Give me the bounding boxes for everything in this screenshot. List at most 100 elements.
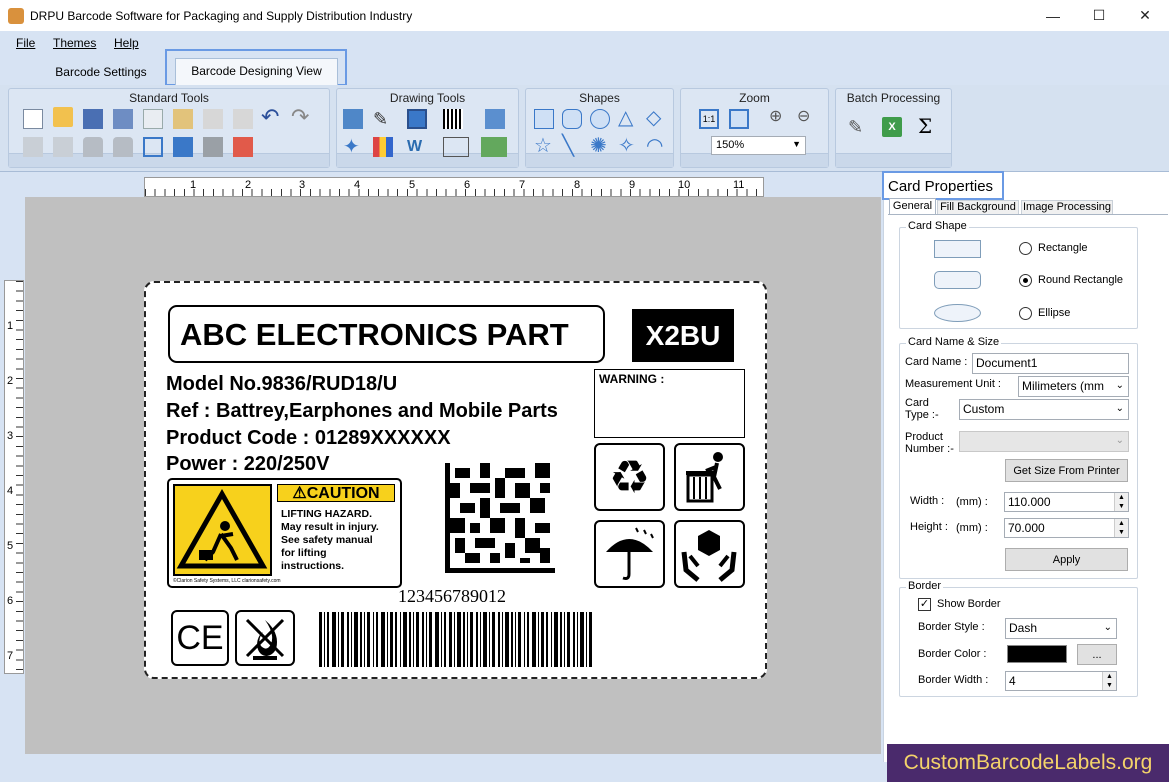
radio-round-rectangle[interactable] bbox=[1019, 274, 1032, 287]
border-style-select[interactable]: Dash ⌄ bbox=[1005, 618, 1117, 639]
save-as-icon[interactable] bbox=[113, 109, 133, 129]
redo-icon[interactable]: ↷ bbox=[291, 106, 311, 128]
no-fire-icon[interactable] bbox=[235, 610, 295, 666]
close-button[interactable]: ✕ bbox=[1122, 0, 1168, 31]
recycle-icon[interactable]: ♻ bbox=[594, 443, 665, 511]
model-text[interactable]: Model No.9836/RUD18/U bbox=[166, 373, 397, 396]
header-box[interactable]: ABC ELECTRONICS PART bbox=[168, 305, 605, 363]
radio-rectangle[interactable] bbox=[1019, 242, 1032, 255]
formula-icon[interactable]: Σ bbox=[918, 115, 938, 137]
ruler-number: 2 bbox=[245, 179, 252, 191]
paste-icon[interactable] bbox=[173, 109, 193, 129]
product-number-select[interactable]: ⌄ bbox=[959, 431, 1129, 452]
border-color-swatch[interactable] bbox=[1007, 645, 1067, 663]
card-type-select[interactable]: Custom ⌄ bbox=[959, 399, 1129, 420]
line-icon[interactable]: ╲ bbox=[562, 135, 582, 157]
product-code-text[interactable]: Product Code : 01289XXXXXX bbox=[166, 427, 451, 450]
image-library-icon[interactable] bbox=[485, 109, 505, 129]
unlock-icon[interactable] bbox=[113, 137, 133, 157]
export-icon[interactable] bbox=[233, 137, 253, 157]
insert-image-icon[interactable] bbox=[481, 137, 507, 157]
ce-mark-icon[interactable]: CE bbox=[171, 610, 229, 666]
barcode-number[interactable]: 123456789012 bbox=[398, 586, 506, 607]
print-icon[interactable] bbox=[203, 137, 223, 157]
edit-batch-icon[interactable]: ✎ bbox=[848, 117, 868, 137]
watermark-icon[interactable]: W bbox=[407, 137, 427, 157]
tab-barcode-designing-view[interactable]: Barcode Designing View bbox=[175, 58, 338, 85]
apply-button[interactable]: Apply bbox=[1005, 548, 1128, 571]
trash-bin-icon[interactable] bbox=[674, 443, 745, 511]
menu-help[interactable]: Help bbox=[114, 36, 139, 50]
show-border-checkbox[interactable]: ✓ bbox=[918, 598, 931, 611]
group-select-icon[interactable] bbox=[443, 137, 469, 157]
handle-with-care-icon[interactable] bbox=[674, 520, 745, 588]
height-spinner[interactable]: ▲ ▼ bbox=[1114, 519, 1128, 537]
width-spinner[interactable]: ▲ ▼ bbox=[1114, 493, 1128, 511]
print-preview-icon[interactable] bbox=[173, 137, 193, 157]
open-icon[interactable] bbox=[53, 107, 73, 127]
border-width-input[interactable]: 4 ▲ ▼ bbox=[1005, 671, 1117, 691]
pencil-icon[interactable]: ✎ bbox=[373, 109, 393, 129]
tab-general[interactable]: General bbox=[889, 198, 936, 215]
burst-icon[interactable]: ✺ bbox=[590, 135, 610, 157]
minimize-button[interactable]: — bbox=[1030, 0, 1076, 31]
zoom-select[interactable]: 150% ▼ bbox=[711, 136, 806, 155]
save-icon[interactable] bbox=[83, 109, 103, 129]
border-color-button[interactable]: ... bbox=[1077, 644, 1117, 665]
menu-themes[interactable]: Themes bbox=[53, 36, 96, 50]
star-icon[interactable]: ☆ bbox=[534, 135, 554, 157]
picture-icon[interactable] bbox=[407, 109, 427, 129]
send-back-icon[interactable] bbox=[23, 137, 43, 157]
lock-icon[interactable] bbox=[83, 137, 103, 157]
radio-ellipse[interactable] bbox=[1019, 307, 1032, 320]
excel-icon[interactable]: X bbox=[882, 117, 902, 137]
tab-barcode-settings[interactable]: Barcode Settings bbox=[50, 60, 152, 84]
copy-icon[interactable] bbox=[143, 109, 163, 129]
get-size-from-printer-button[interactable]: Get Size From Printer bbox=[1005, 459, 1128, 482]
label-card[interactable]: ABC ELECTRONICS PART X2BU Model No.9836/… bbox=[144, 281, 767, 679]
warning-box[interactable]: WARNING : bbox=[594, 369, 745, 438]
border-width-spinner[interactable]: ▲ ▼ bbox=[1102, 672, 1116, 690]
ellipse-icon[interactable] bbox=[590, 109, 610, 129]
rectangle-icon[interactable] bbox=[534, 109, 554, 129]
ref-text[interactable]: Ref : Battrey,Earphones and Mobile Parts bbox=[166, 400, 558, 423]
bring-front-icon[interactable] bbox=[53, 137, 73, 157]
barcode-icon[interactable] bbox=[443, 109, 463, 129]
caution-sticker[interactable]: ⚠CAUTION LIFTING HAZARD. May result in i… bbox=[167, 478, 402, 588]
tab-image-processing[interactable]: Image Processing bbox=[1021, 200, 1113, 215]
power-text[interactable]: Power : 220/250V bbox=[166, 453, 329, 476]
measurement-unit-select[interactable]: Milimeters (mm ⌄ bbox=[1018, 376, 1129, 397]
symbol-icon[interactable]: ✦ bbox=[343, 137, 363, 157]
border-style-value: Dash bbox=[1009, 621, 1038, 635]
tab-fill-background[interactable]: Fill Background bbox=[937, 200, 1019, 215]
rounded-rectangle-icon[interactable] bbox=[562, 109, 582, 129]
barcode-bars bbox=[319, 612, 592, 667]
code-badge[interactable]: X2BU bbox=[632, 309, 734, 362]
keep-dry-icon[interactable] bbox=[594, 520, 665, 588]
four-point-star-icon[interactable]: ✧ bbox=[618, 135, 638, 157]
width-input[interactable]: 110.000 ▲ ▼ bbox=[1004, 492, 1129, 512]
linear-barcode[interactable] bbox=[317, 612, 593, 667]
arc-icon[interactable]: ◠ bbox=[646, 135, 666, 157]
datamatrix-barcode[interactable] bbox=[445, 463, 555, 573]
grid-icon[interactable] bbox=[143, 137, 163, 157]
card-name-input[interactable]: Document1 bbox=[972, 353, 1129, 374]
undo-icon[interactable]: ↶ bbox=[261, 106, 281, 128]
round-rectangle-label: Round Rectangle bbox=[1038, 274, 1124, 286]
tab-label: Barcode Designing View bbox=[191, 64, 322, 78]
card-type-label-line: Type :- bbox=[905, 409, 939, 421]
library-icon[interactable] bbox=[373, 137, 393, 157]
triangle-icon[interactable]: △ bbox=[618, 107, 638, 129]
cut-icon[interactable] bbox=[203, 109, 223, 129]
zoom-in-icon[interactable]: ⊕ bbox=[769, 107, 789, 127]
zoom-out-icon[interactable]: ⊖ bbox=[797, 107, 817, 127]
height-input[interactable]: 70.000 ▲ ▼ bbox=[1004, 518, 1129, 538]
diamond-icon[interactable]: ◇ bbox=[646, 107, 666, 129]
maximize-button[interactable]: ☐ bbox=[1076, 0, 1122, 31]
menu-file[interactable]: File bbox=[16, 36, 35, 50]
actual-size-icon[interactable]: 1:1 bbox=[699, 109, 719, 129]
fit-window-icon[interactable] bbox=[729, 109, 749, 129]
text-icon[interactable] bbox=[343, 109, 363, 129]
new-icon[interactable] bbox=[23, 109, 43, 129]
delete-icon[interactable] bbox=[233, 109, 253, 129]
